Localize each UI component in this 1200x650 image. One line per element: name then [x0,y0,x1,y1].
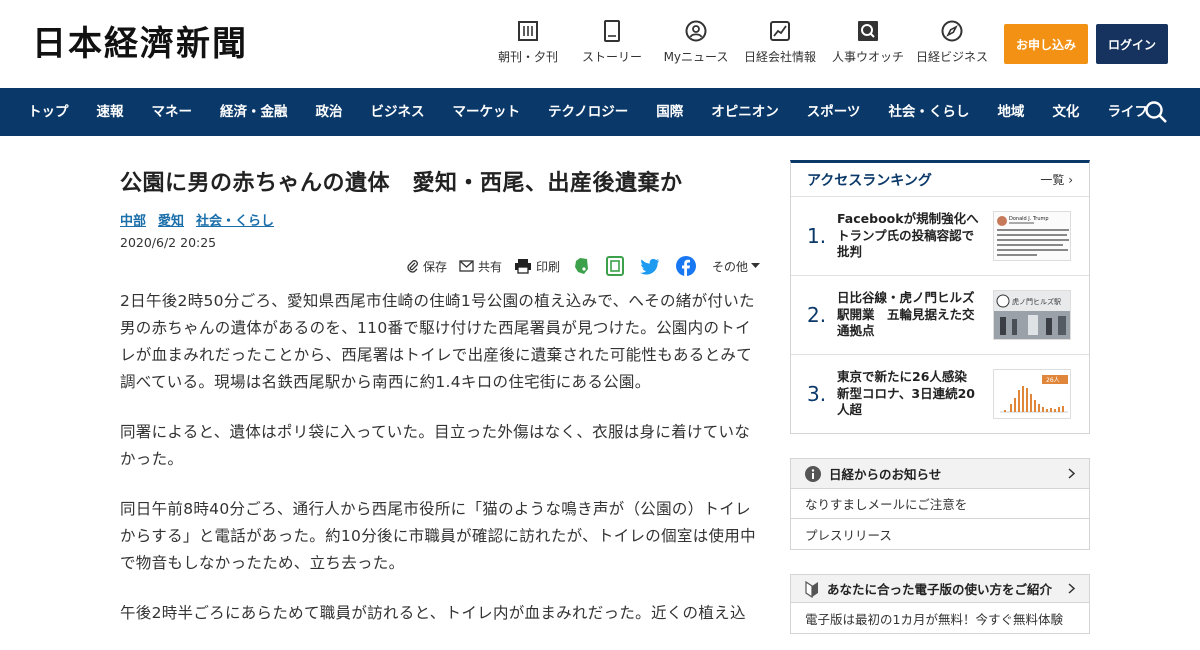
header-nav-label: 日経ビジネス [915,50,988,64]
header-nav-story[interactable]: ストーリー [566,20,658,65]
ranking-item[interactable]: 2. 日比谷線・虎ノ門ヒルズ駅開業 五輪見据えた交通拠点 虎ノ門ヒルズ駅 [791,276,1089,355]
chevron-right-icon [1068,468,1075,479]
ranking-headline: 東京で新たに26人感染 新型コロナ、3日連続20人超 [837,369,980,418]
ranking-header: アクセスランキング 一覧 › [791,163,1089,197]
header-nav-label: Myニュース [663,50,729,64]
facebook-icon[interactable] [675,256,700,276]
header-nav-mynews[interactable]: Myニュース [658,20,734,65]
ranking-number: 2. [807,303,827,327]
notice-box: 日経からのお知らせ なりすましメールにご注意を プレスリリース [790,458,1090,550]
save-button[interactable]: 保存 [406,258,447,275]
notice-header[interactable]: 日経からのお知らせ [791,459,1089,489]
ranking-headline: 日比谷線・虎ノ門ヒルズ駅開業 五輪見据えた交通拠点 [837,290,975,339]
ranking-number: 3. [807,382,827,406]
bookmark-icon[interactable] [605,256,628,276]
header-nav-nikkei-business[interactable]: 日経ビジネス [910,20,994,65]
beginner-icon [805,580,818,598]
article-date: 2020/6/2 20:25 [120,235,217,250]
login-button[interactable]: ログイン [1096,24,1168,64]
header-nav-label: ストーリー [581,50,642,64]
main-nav-economy[interactable]: 経済・金融 [206,88,302,136]
subscribe-button[interactable]: お申し込み [1004,24,1088,64]
main-nav-international[interactable]: 国際 [642,88,697,136]
main-nav-opinion[interactable]: オピニオン [697,88,793,136]
main-nav-money[interactable]: マネー [138,88,207,136]
thumb-name: 26人 [1046,377,1060,384]
chevron-right-icon [1068,583,1075,594]
ranking-thumbnail: 虎ノ門ヒルズ駅 [993,290,1071,340]
header-nav-personnel[interactable]: 人事ウオッチ [826,20,910,65]
main-nav-breaking[interactable]: 速報 [83,88,138,136]
article-tools: 保存 共有 印刷 その他 [407,256,760,276]
notice-link[interactable]: なりすましメールにご注意を [791,489,1089,519]
main-nav-business[interactable]: ビジネス [357,88,439,136]
article-paragraph: 同署によると、遺体はポリ袋に入っていた。目立った外傷はなく、衣服は身に着けていな… [120,423,751,468]
article-body: 2日午後2時50分ごろ、愛知県西尾市住崎の住崎1号公園の植え込みで、へその緒が付… [120,288,760,650]
tag-link[interactable]: 愛知 [158,210,184,229]
printer-icon [514,259,531,274]
book-icon [601,20,623,42]
mail-icon [459,260,474,272]
thumb-name: Donald J. Trump [1009,216,1049,222]
main-nav-market[interactable]: マーケット [439,88,535,136]
ranking-item[interactable]: 1. Facebookが規制強化へ トランプ氏の投稿容認で批判 Donald J… [791,197,1089,276]
ranking-title: アクセスランキング [807,172,932,189]
header-nav-morning-evening[interactable]: 朝刊・夕刊 [490,20,566,65]
tag-link[interactable]: 社会・くらし [196,210,274,229]
ranking-number: 1. [807,224,827,248]
access-ranking: アクセスランキング 一覧 › 1. Facebookが規制強化へ トランプ氏の投… [790,160,1090,434]
ranking-more-link[interactable]: 一覧 › [1040,171,1073,188]
info-icon [805,465,821,482]
article-title: 公園に男の赤ちゃんの遺体 愛知・西尾、出産後遺棄か [120,171,683,196]
header-nav: 朝刊・夕刊 ストーリー Myニュース 日経会社情報 人事ウオッチ 日経ビジネス [490,20,994,65]
sidebar: アクセスランキング 一覧 › 1. Facebookが規制強化へ トランプ氏の投… [790,160,1090,634]
article-paragraph: 2日午後2時50分ごろ、愛知県西尾市住崎の住崎1号公園の植え込みで、へその緒が付… [120,292,755,391]
evernote-icon[interactable] [572,257,594,275]
notice-link[interactable]: プレスリリース [791,519,1089,549]
main-nav-top[interactable]: トップ [14,88,83,136]
site-logo[interactable]: 日本経濟新聞 [32,24,248,64]
caret-down-icon [751,263,760,268]
notice-title: 日経からのお知らせ [829,467,942,482]
header-nav-label: 日経会社情報 [743,50,816,64]
main-nav: トップ 速報 マネー 経済・金融 政治 ビジネス マーケット テクノロジー 国際… [0,88,1200,136]
article-tags: 中部 愛知 社会・くらし [120,210,760,229]
guide-box: あなたに合った電子版の使い方をご紹介 電子版は最初の1カ月が無料！今すぐ無料体験 [790,574,1090,634]
newspaper-icon [517,20,539,42]
site-header: 日本経濟新聞 朝刊・夕刊 ストーリー Myニュース 日経会社情報 人事ウオッチ … [0,0,1200,88]
main-nav-society[interactable]: 社会・くらし [874,88,983,136]
ranking-headline: Facebookが規制強化へ トランプ氏の投稿容認で批判 [837,211,992,260]
ranking-thumbnail: Donald J. Trump [993,211,1071,261]
guide-link[interactable]: 電子版は最初の1カ月が無料！今すぐ無料体験 [791,603,1089,633]
chart-icon [769,20,791,42]
main-nav-region[interactable]: 地域 [983,88,1038,136]
main-nav-politics[interactable]: 政治 [302,88,357,136]
more-share-button[interactable]: その他 [712,258,760,275]
article-paragraph: 午後2時半ごろにあらためて職員が訪れると、トイレ内が血まみれだった。近くの植え込 [120,604,746,622]
ranking-item[interactable]: 3. 東京で新たに26人感染 新型コロナ、3日連続20人超 26人 [791,355,1089,433]
header-nav-label: 人事ウオッチ [831,50,904,64]
header-nav-company-info[interactable]: 日経会社情報 [734,20,826,65]
header-nav-label: 朝刊・夕刊 [497,50,558,64]
article: 公園に男の赤ちゃんの遺体 愛知・西尾、出産後遺棄か 中部 愛知 社会・くらし 2… [120,160,760,622]
main-nav-culture[interactable]: 文化 [1038,88,1093,136]
search-icon[interactable] [1144,100,1168,124]
print-button[interactable]: 印刷 [514,258,560,275]
ranking-thumbnail: 26人 [993,369,1071,419]
article-paragraph: 同日午前8時40分ごろ、通行人から西尾市役所に「猫のような鳴き声が（公園の）トイ… [120,500,756,572]
main-nav-sports[interactable]: スポーツ [793,88,875,136]
tag-link[interactable]: 中部 [120,210,146,229]
search-person-icon [857,20,879,42]
main-nav-technology[interactable]: テクノロジー [534,88,642,136]
thumb-name: 虎ノ門ヒルズ駅 [1012,297,1061,306]
guide-title: あなたに合った電子版の使い方をご紹介 [827,582,1053,597]
clip-icon [407,260,418,273]
person-icon [685,20,707,42]
compass-icon [941,20,963,42]
guide-header[interactable]: あなたに合った電子版の使い方をご紹介 [791,575,1089,603]
twitter-icon[interactable] [639,258,664,275]
share-button[interactable]: 共有 [459,258,502,275]
